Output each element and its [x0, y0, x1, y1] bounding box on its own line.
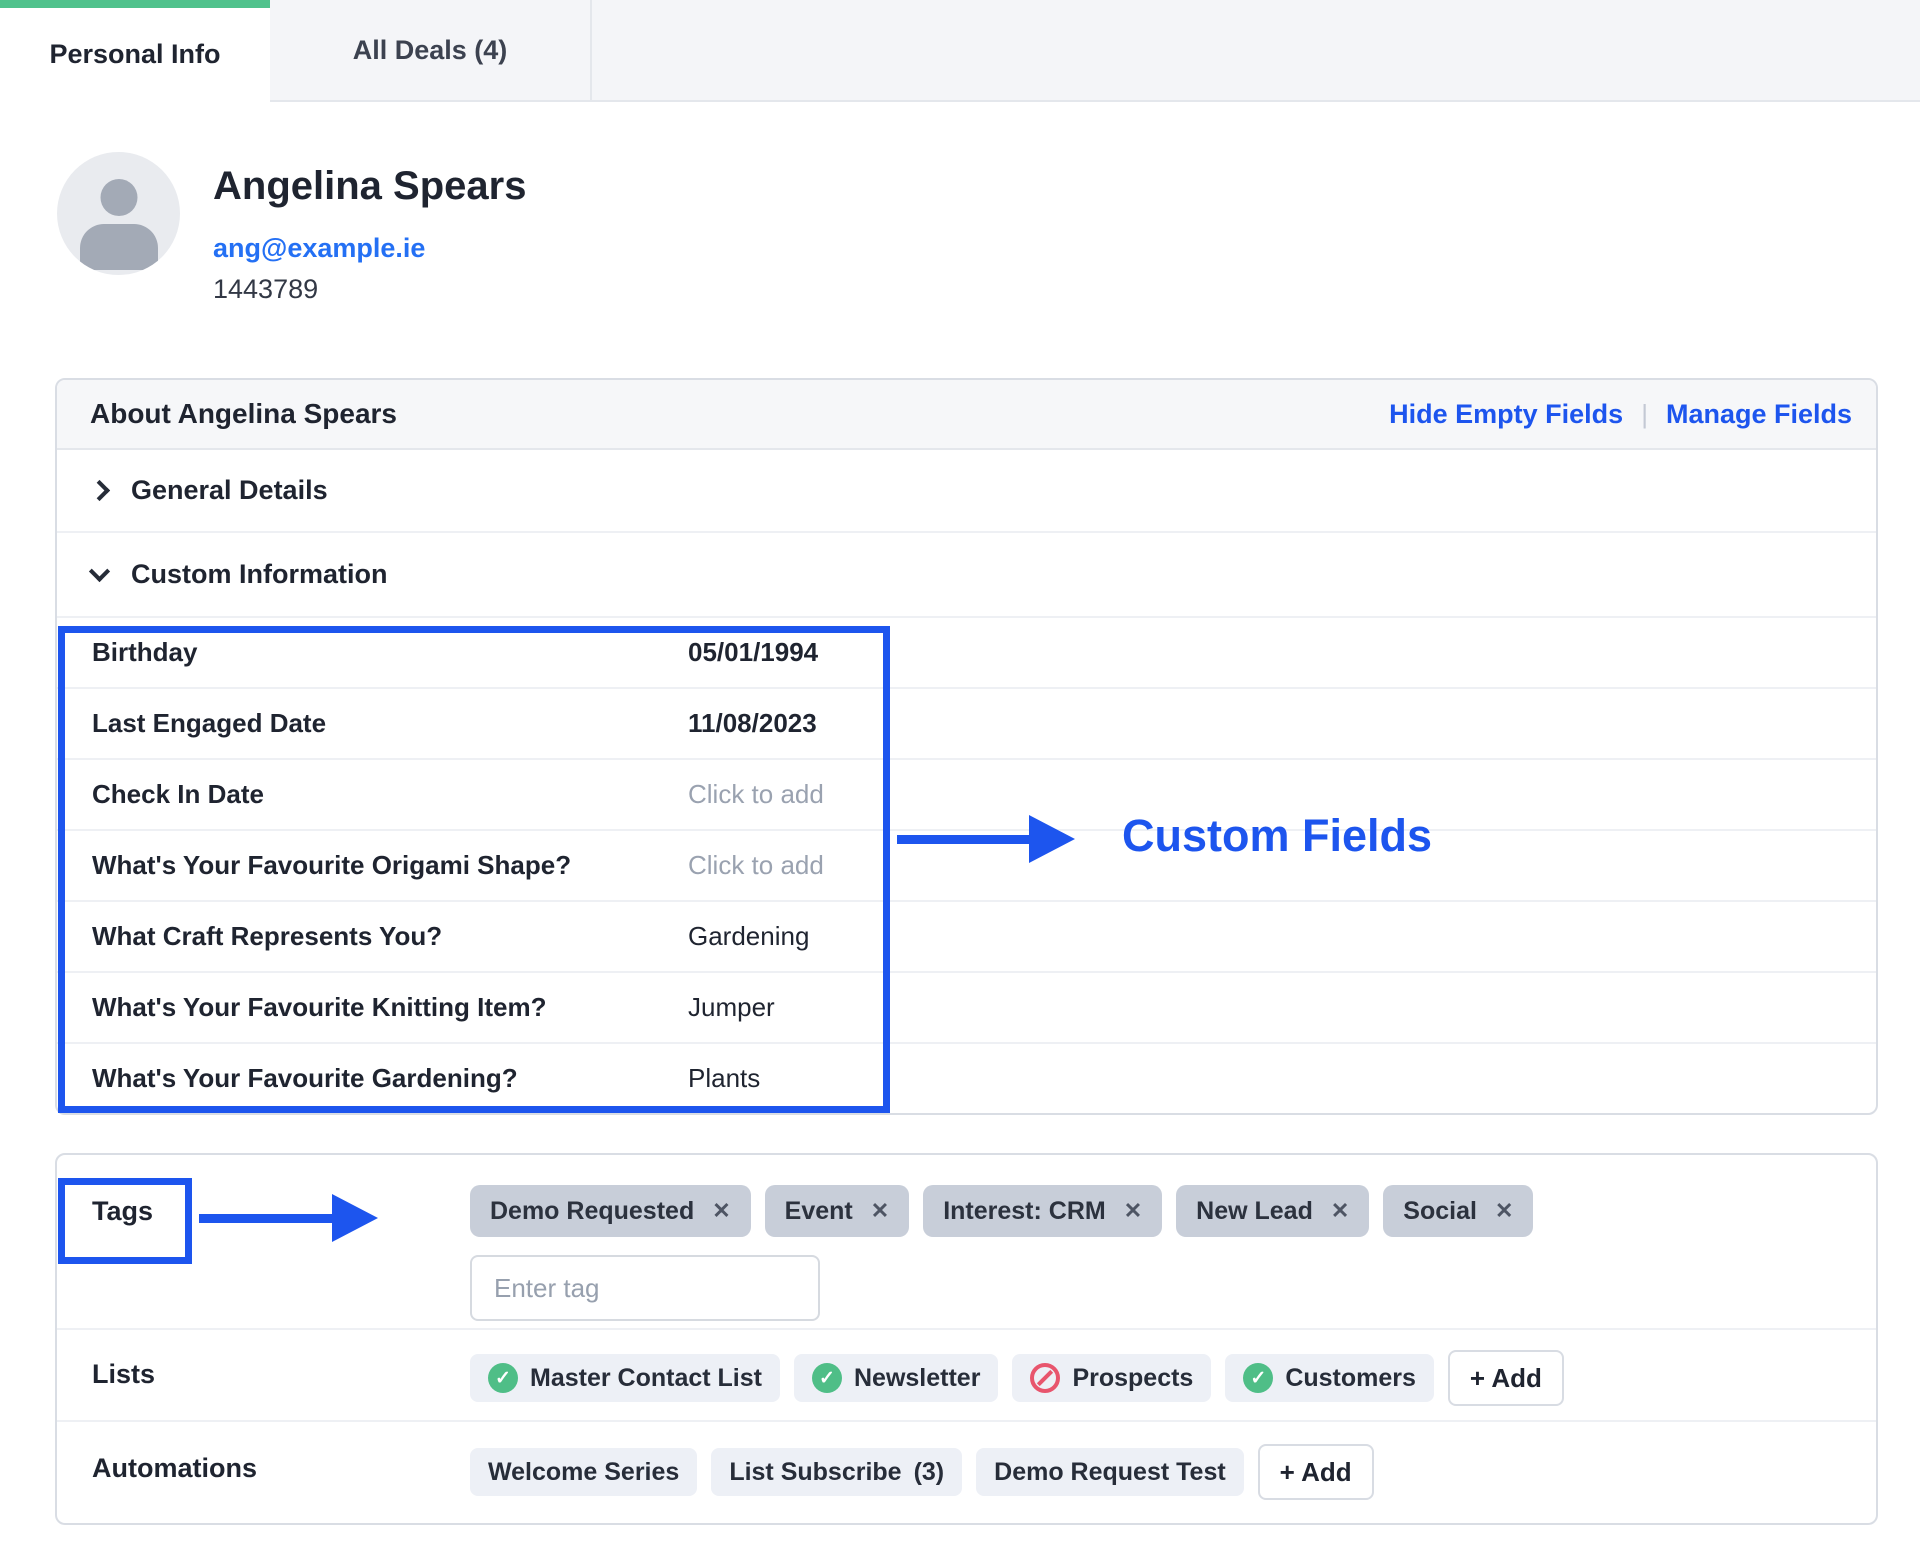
section-general-details-label: General Details: [131, 475, 328, 506]
field-label: What's Your Favourite Knitting Item?: [57, 992, 688, 1023]
tab-personal-info-label: Personal Info: [49, 39, 220, 70]
list-chip[interactable]: ✓ Newsletter: [794, 1354, 998, 1402]
list-chip[interactable]: Prospects: [1012, 1354, 1211, 1402]
engagement-panel: Tags Demo Requested ✕ Event ✕ Interest: …: [55, 1153, 1878, 1525]
tags-label: Tags: [57, 1185, 470, 1237]
field-value[interactable]: 05/01/1994: [688, 637, 818, 668]
tag-chip-label: Demo Requested: [490, 1197, 694, 1226]
field-row-last-engaged-date: Last Engaged Date 11/08/2023: [57, 687, 1876, 758]
avatar-person-icon-body: [80, 224, 158, 270]
automation-chip-count: (3): [914, 1458, 945, 1487]
lists-row: Lists ✓ Master Contact List ✓ Newsletter…: [57, 1330, 1876, 1420]
tab-bar-filler: [592, 0, 1920, 102]
tag-chip[interactable]: Social ✕: [1383, 1185, 1533, 1237]
tag-chip-label: Event: [785, 1197, 853, 1226]
remove-tag-icon[interactable]: ✕: [1124, 1198, 1142, 1224]
tag-chip-list: Demo Requested ✕ Event ✕ Interest: CRM ✕…: [470, 1185, 1836, 1237]
contact-name: Angelina Spears: [213, 164, 526, 209]
tag-chip-label: New Lead: [1196, 1197, 1313, 1226]
field-label: Check In Date: [57, 779, 688, 810]
automation-chip-label: Demo Request Test: [994, 1458, 1226, 1487]
subscribed-check-icon: ✓: [812, 1363, 842, 1393]
about-panel: About Angelina Spears Hide Empty Fields …: [55, 378, 1878, 1115]
remove-tag-icon[interactable]: ✕: [871, 1198, 889, 1224]
hide-empty-fields-link[interactable]: Hide Empty Fields: [1389, 399, 1623, 430]
subscribed-check-icon: ✓: [488, 1363, 518, 1393]
list-chip-list: ✓ Master Contact List ✓ Newsletter Prosp…: [470, 1350, 1876, 1406]
list-chip[interactable]: ✓ Master Contact List: [470, 1354, 780, 1402]
list-chip-label: Prospects: [1072, 1364, 1193, 1393]
about-panel-header: About Angelina Spears Hide Empty Fields …: [57, 380, 1876, 450]
avatar: [57, 152, 180, 275]
automation-chip[interactable]: Welcome Series: [470, 1448, 697, 1496]
enter-tag-input[interactable]: [470, 1255, 820, 1321]
manage-fields-link[interactable]: Manage Fields: [1666, 399, 1852, 430]
contact-identity: Angelina Spears ang@example.ie 1443789: [213, 152, 526, 305]
chevron-right-icon: [89, 480, 110, 501]
field-value-click-to-add[interactable]: Click to add: [688, 850, 824, 881]
avatar-person-icon: [100, 179, 137, 216]
field-value[interactable]: Jumper: [688, 992, 775, 1023]
add-automation-button[interactable]: + Add: [1258, 1444, 1374, 1500]
tags-body: Demo Requested ✕ Event ✕ Interest: CRM ✕…: [470, 1185, 1876, 1321]
chevron-down-icon: [89, 561, 110, 582]
list-chip-label: Customers: [1285, 1364, 1416, 1393]
tag-chip[interactable]: Interest: CRM ✕: [923, 1185, 1162, 1237]
remove-tag-icon[interactable]: ✕: [712, 1198, 730, 1224]
tab-all-deals[interactable]: All Deals (4): [270, 0, 592, 102]
contact-header: Angelina Spears ang@example.ie 1443789: [57, 152, 1920, 305]
field-value-click-to-add[interactable]: Click to add: [688, 779, 824, 810]
subscribed-check-icon: ✓: [1243, 1363, 1273, 1393]
field-value[interactable]: Plants: [688, 1063, 760, 1094]
contact-page: Personal Info All Deals (4) Angelina Spe…: [0, 0, 1920, 1556]
add-list-button[interactable]: + Add: [1448, 1350, 1564, 1406]
list-chip[interactable]: ✓ Customers: [1225, 1354, 1434, 1402]
contact-id: 1443789: [213, 274, 526, 305]
automation-chip-label: Welcome Series: [488, 1458, 679, 1487]
tags-row: Tags Demo Requested ✕ Event ✕ Interest: …: [57, 1155, 1876, 1330]
tab-bar: Personal Info All Deals (4): [0, 0, 1920, 102]
remove-tag-icon[interactable]: ✕: [1331, 1198, 1349, 1224]
automation-chip-list: Welcome Series List Subscribe (3) Demo R…: [470, 1444, 1876, 1500]
section-custom-information-label: Custom Information: [131, 559, 388, 590]
field-label: Last Engaged Date: [57, 708, 688, 739]
field-row-origami-shape: What's Your Favourite Origami Shape? Cli…: [57, 829, 1876, 900]
tag-chip[interactable]: New Lead ✕: [1176, 1185, 1369, 1237]
about-panel-actions: Hide Empty Fields | Manage Fields: [1389, 399, 1852, 430]
section-custom-information[interactable]: Custom Information: [57, 533, 1876, 616]
field-label: What's Your Favourite Origami Shape?: [57, 850, 688, 881]
tag-chip[interactable]: Event ✕: [765, 1185, 910, 1237]
field-row-birthday: Birthday 05/01/1994: [57, 616, 1876, 687]
field-label: What's Your Favourite Gardening?: [57, 1063, 688, 1094]
list-chip-label: Newsletter: [854, 1364, 980, 1393]
tag-chip[interactable]: Demo Requested ✕: [470, 1185, 751, 1237]
remove-tag-icon[interactable]: ✕: [1495, 1198, 1513, 1224]
field-row-check-in-date: Check In Date Click to add: [57, 758, 1876, 829]
field-value[interactable]: Gardening: [688, 921, 809, 952]
list-chip-label: Master Contact List: [530, 1364, 762, 1393]
automations-label: Automations: [57, 1444, 470, 1492]
field-row-craft: What Craft Represents You? Gardening: [57, 900, 1876, 971]
tab-all-deals-label: All Deals (4): [353, 35, 508, 66]
lists-label: Lists: [57, 1350, 470, 1398]
field-row-knitting-item: What's Your Favourite Knitting Item? Jum…: [57, 971, 1876, 1042]
automation-chip-label: List Subscribe: [729, 1458, 901, 1487]
section-general-details[interactable]: General Details: [57, 450, 1876, 533]
contact-email-link[interactable]: ang@example.ie: [213, 233, 526, 264]
field-value[interactable]: 11/08/2023: [688, 708, 817, 739]
automation-chip[interactable]: List Subscribe (3): [711, 1448, 962, 1496]
automations-row: Automations Welcome Series List Subscrib…: [57, 1420, 1876, 1523]
links-divider: |: [1641, 399, 1648, 430]
unsubscribed-ban-icon: [1030, 1363, 1060, 1393]
automation-chip[interactable]: Demo Request Test: [976, 1448, 1244, 1496]
about-panel-title: About Angelina Spears: [90, 398, 397, 430]
tag-chip-label: Interest: CRM: [943, 1197, 1106, 1226]
tag-chip-label: Social: [1403, 1197, 1477, 1226]
field-label: Birthday: [57, 637, 688, 668]
field-row-gardening: What's Your Favourite Gardening? Plants: [57, 1042, 1876, 1113]
tab-personal-info[interactable]: Personal Info: [0, 0, 270, 102]
field-label: What Craft Represents You?: [57, 921, 688, 952]
